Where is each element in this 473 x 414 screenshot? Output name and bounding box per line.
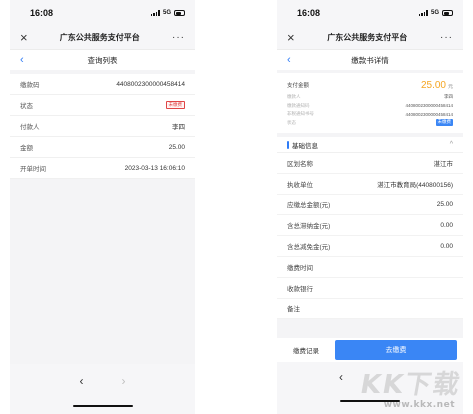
status-indicators: 5G — [150, 10, 185, 16]
detail-label: 含总减免金(元) — [287, 244, 331, 252]
close-icon[interactable]: × — [287, 31, 295, 44]
detail-value: 湛江市教育局(440800156) — [377, 181, 453, 189]
section-title: 基础信息 — [292, 142, 318, 150]
signal-icon — [418, 10, 428, 16]
mini-row-payer: 缴款人 李四 — [287, 93, 453, 102]
mini-value: 4408002300000458414 — [405, 103, 453, 109]
detail-row-pay-time: 缴费时间 — [277, 257, 463, 278]
row-value: 李四 — [172, 124, 185, 131]
mini-label: 状态 — [287, 119, 296, 125]
network-label: 5G — [430, 10, 439, 16]
mini-row-nontax-number: 非税通知书号 4408002300000458414 — [287, 110, 453, 119]
row-label: 缴款码 — [20, 82, 40, 89]
detail-label: 含总滞纳金(元) — [287, 223, 331, 231]
close-icon[interactable]: × — [20, 31, 28, 44]
back-chevron-icon[interactable]: ‹ — [287, 54, 291, 66]
mini-row-notice-code: 缴款通知码 4408002300000458414 — [287, 102, 453, 111]
more-icon[interactable]: ··· — [172, 32, 185, 43]
app-title: 广东公共服务支付平台 — [327, 33, 408, 42]
forward-arrow-icon: › — [121, 374, 126, 388]
page-title: 缴款书详情 — [351, 55, 389, 65]
battery-icon — [442, 10, 453, 16]
mini-label: 缴款人 — [287, 94, 301, 100]
status-bar: 16:08 5G — [277, 0, 463, 26]
detail-label: 区划名称 — [287, 160, 313, 168]
amount-label: 支付金额 — [287, 83, 310, 89]
browser-bottom-nav: ‹ — [277, 362, 463, 414]
status-indicators: 5G — [418, 10, 453, 16]
detail-row-total-due: 应缴总金额(元) 25.00 — [277, 195, 463, 216]
mini-value: 李四 — [444, 94, 453, 100]
status-time: 16:08 — [297, 8, 321, 18]
home-indicator — [340, 399, 400, 402]
back-arrow-icon[interactable]: ‹ — [339, 370, 343, 384]
detail-label: 备注 — [287, 306, 300, 314]
row-value: 2023-03-13 16:06:10 — [124, 164, 185, 172]
home-indicator — [72, 404, 133, 407]
row-value: 25.00 — [168, 143, 185, 151]
list-row-payer: 付款人 李四 — [10, 116, 195, 137]
list-row-status: 状态 未缴费 — [10, 95, 195, 116]
detail-row-region: 区划名称 湛江市 — [277, 153, 463, 174]
row-label: 付款人 — [20, 124, 40, 131]
app-bar: × 广东公共服务支付平台 ··· — [277, 26, 463, 50]
network-label: 5G — [162, 10, 171, 16]
status-badge: 未缴费 — [435, 119, 453, 127]
detail-value: 湛江市 — [433, 160, 454, 168]
list-row-issue-time: 开单时间 2023-03-13 16:06:10 — [10, 158, 195, 179]
app-bar: × 广东公共服务支付平台 ··· — [10, 26, 195, 50]
battery-icon — [174, 10, 185, 16]
detail-label: 执收单位 — [287, 181, 313, 189]
detail-label: 缴费时间 — [287, 264, 313, 272]
more-icon[interactable]: ··· — [440, 32, 453, 43]
amount-value: 25.00 元 — [421, 80, 453, 91]
amount-number: 25.00 — [420, 79, 446, 91]
query-result-list: 缴款码 4408002300000458414 状态 未缴费 付款人 李四 金额… — [10, 74, 195, 179]
row-label: 状态 — [20, 103, 33, 110]
detail-row-remark: 备注 — [277, 299, 463, 320]
nav-bar: ‹ 查询列表 — [10, 50, 195, 70]
mini-value: 4408002300000458414 — [405, 111, 453, 117]
go-pay-button[interactable]: 去缴费 — [335, 340, 457, 360]
phone-screen-query-list: 16:08 5G × 广东公共服务支付平台 ··· ‹ 查询列表 缴款码 440… — [10, 0, 195, 414]
page-title: 查询列表 — [87, 55, 118, 65]
basic-info-section: 基础信息 ^ 区划名称 湛江市 执收单位 湛江市教育局(440800156) 应… — [277, 137, 463, 320]
detail-row-reduction: 含总减免金(元) 0.00 — [277, 236, 463, 257]
back-arrow-icon[interactable]: ‹ — [80, 374, 84, 388]
browser-bottom-nav: ‹ › — [10, 364, 195, 414]
detail-value: 0.00 — [440, 221, 453, 229]
app-title: 广东公共服务支付平台 — [59, 33, 140, 42]
action-bar: 缴费记录 去缴费 — [277, 338, 463, 362]
detail-row-collecting-unit: 执收单位 湛江市教育局(440800156) — [277, 174, 463, 195]
signal-icon — [150, 10, 160, 16]
status-time: 16:08 — [30, 8, 54, 18]
back-chevron-icon[interactable]: ‹ — [20, 54, 24, 66]
amount-line: 支付金额 25.00 元 — [287, 77, 453, 93]
section-title-wrap: 基础信息 — [287, 140, 318, 150]
detail-value: 0.00 — [440, 242, 453, 250]
status-badge: 未缴费 — [165, 100, 185, 110]
amount-card: 支付金额 25.00 元 缴款人 李四 缴款通知码 440800230000045… — [277, 73, 463, 133]
detail-label: 应缴总金额(元) — [287, 202, 331, 210]
row-value: 4408002300000458414 — [116, 80, 185, 88]
list-row-amount: 金额 25.00 — [10, 137, 195, 158]
detail-label: 收款银行 — [287, 285, 313, 293]
amount-unit: 元 — [447, 83, 453, 90]
payment-record-button[interactable]: 缴费记录 — [283, 340, 329, 360]
detail-value: 25.00 — [436, 200, 453, 208]
detail-row-late-fee: 含总滞纳金(元) 0.00 — [277, 215, 463, 237]
list-row-payment-code: 缴款码 4408002300000458414 — [10, 74, 195, 95]
section-accent-bar — [287, 140, 289, 149]
chevron-up-icon[interactable]: ^ — [450, 141, 453, 148]
section-header[interactable]: 基础信息 ^ — [277, 137, 463, 153]
row-label: 金额 — [20, 145, 33, 152]
mini-label: 非税通知书号 — [287, 111, 314, 117]
mini-label: 缴款通知码 — [287, 102, 310, 108]
nav-bar: ‹ 缴款书详情 — [277, 50, 463, 70]
detail-row-bank: 收款银行 — [277, 278, 463, 299]
mini-row-status: 状态 未缴费 — [287, 119, 453, 128]
status-bar: 16:08 5G — [10, 0, 195, 26]
phone-screen-bill-detail: 16:08 5G × 广东公共服务支付平台 ··· ‹ 缴款书详情 支付金额 2… — [277, 0, 463, 414]
row-label: 开单时间 — [20, 166, 46, 173]
